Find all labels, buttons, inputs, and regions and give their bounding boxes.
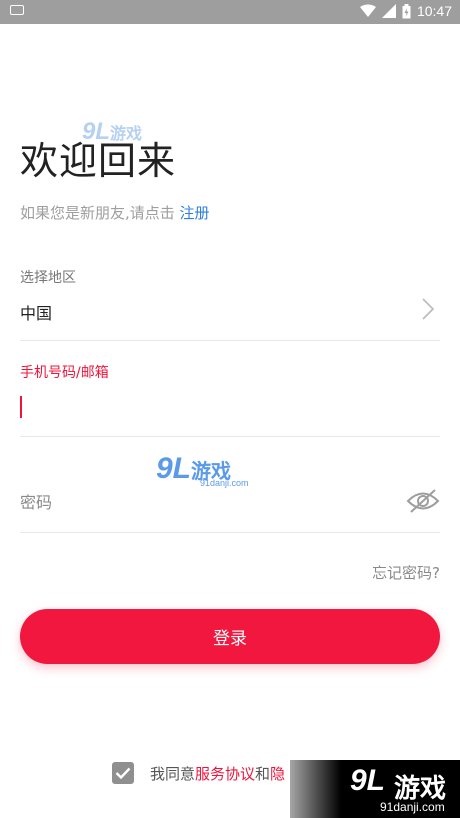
register-prompt: 如果您是新朋友,请点击 注册 [20, 202, 210, 223]
agreement-checkbox[interactable] [112, 762, 134, 784]
divider [20, 436, 440, 437]
signal-icon [381, 4, 396, 18]
region-label: 选择地区 [20, 270, 76, 286]
phone-email-label: 手机号码/邮箱 [20, 365, 109, 381]
clock: 10:47 [416, 3, 452, 19]
watermark-logo-mark: 9L [82, 118, 111, 145]
keyboard-icon [10, 5, 24, 15]
login-button[interactable]: 登录 [20, 609, 440, 664]
register-link[interactable]: 注册 [180, 204, 210, 222]
status-bar: 10:47 [0, 0, 460, 24]
watermark-logo-faint: 9L游戏 [82, 118, 142, 146]
service-agreement-link[interactable]: 服务协议 [195, 763, 255, 784]
eye-off-icon[interactable] [406, 488, 440, 514]
agreement-row: 我同意 服务协议和隐 [112, 760, 285, 786]
watermark-corner: 9L 游戏 91danji.com [290, 760, 460, 818]
text-cursor [20, 396, 22, 418]
region-value: 中国 [20, 304, 53, 323]
agreement-and: 和 [255, 764, 271, 783]
check-icon [115, 767, 131, 779]
privacy-policy-link[interactable]: 隐 [270, 763, 285, 784]
divider [20, 340, 440, 341]
forgot-password-link[interactable]: 忘记密码? [372, 562, 440, 583]
wifi-icon [359, 4, 376, 17]
region-selector[interactable]: 中国 [20, 292, 440, 340]
chevron-right-icon [422, 298, 434, 320]
watermark-logo-text: 游戏 [110, 126, 143, 143]
battery-icon [402, 3, 411, 18]
watermark-site: 91danji.com [380, 800, 445, 814]
phone-email-input[interactable] [20, 386, 440, 430]
watermark-logo-mark: 9L [350, 764, 386, 797]
password-input[interactable] [20, 480, 390, 524]
password-row [20, 480, 440, 524]
agreement-prefix: 我同意 [150, 764, 196, 783]
register-prompt-text: 如果您是新朋友,请点击 [20, 204, 180, 222]
divider [20, 532, 440, 533]
